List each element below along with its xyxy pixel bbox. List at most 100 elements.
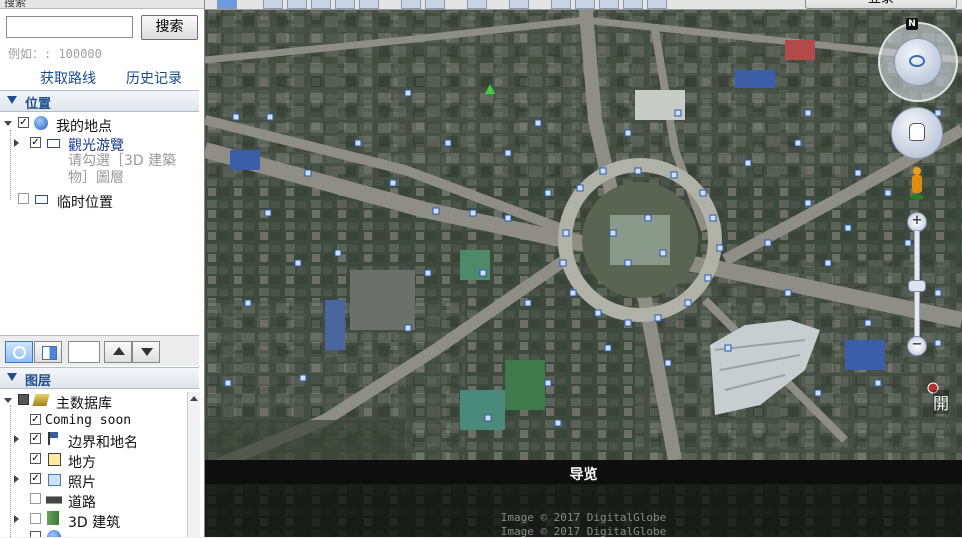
record-tour-button[interactable] [359, 0, 379, 9]
get-route-link[interactable]: 获取路线 [40, 68, 96, 88]
hand-icon [909, 123, 925, 141]
expand-icon[interactable] [14, 475, 19, 483]
checkbox-roads[interactable] [30, 493, 41, 504]
layers-scrollbar[interactable] [187, 392, 200, 537]
move-down-button[interactable] [132, 341, 160, 363]
split-view-button[interactable] [34, 341, 62, 363]
layer-item-roads[interactable]: 道路 [68, 492, 96, 512]
layer-item-photos[interactable]: 照片 [68, 472, 96, 492]
navigation-label: 导览 [569, 467, 598, 483]
zoom-thumb[interactable] [908, 280, 926, 292]
search-panel-header[interactable]: 搜索 [0, 0, 204, 9]
checkbox-borders[interactable]: ✓ [30, 433, 41, 444]
checkbox-sightseeing[interactable]: ✓ [30, 137, 41, 148]
layer-item-coming-soon[interactable]: Coming soon [45, 413, 131, 428]
copyright-text-shadow: Image © 2017 DigitalGlobe [500, 525, 667, 538]
arrow-down-icon [141, 348, 153, 356]
expand-icon[interactable] [4, 121, 12, 126]
layers-header[interactable]: 图层 [0, 367, 199, 389]
expand-icon[interactable] [4, 398, 12, 403]
ruler-button[interactable] [509, 0, 529, 9]
layer-item-3d-buildings[interactable]: 3D 建筑 [68, 512, 120, 532]
expand-icon[interactable] [14, 515, 19, 523]
flag-icon [48, 432, 58, 445]
layer-item-borders[interactable]: 边界和地名 [68, 432, 138, 452]
collapse-icon [7, 373, 17, 381]
arrow-up-icon [113, 347, 125, 355]
globe-icon [34, 116, 48, 130]
places-header[interactable]: 位置 [0, 90, 199, 112]
checkbox-my-places[interactable]: ✓ [18, 117, 29, 128]
building-icon [47, 511, 59, 525]
scroll-up-icon [190, 396, 198, 401]
look-joystick[interactable] [894, 38, 942, 86]
folder-icon [35, 195, 48, 204]
copyright-text: Image © 2017 DigitalGlobe [500, 511, 667, 524]
sidebar-panel: 搜索 搜索 例如：: 100000 获取路线 历史记录 位置 ✓ 我的地点 ✓ … [0, 0, 205, 537]
magnifier-icon [13, 346, 26, 359]
layers-title: 图层 [25, 374, 52, 389]
sign-in-button[interactable]: 登录 [805, 0, 957, 9]
places-toolbar [0, 335, 199, 366]
historical-imagery-button[interactable] [401, 0, 421, 9]
blank-box[interactable] [68, 341, 100, 363]
layers-stack-icon [32, 394, 50, 406]
sidebar-toggle-button[interactable] [217, 0, 237, 9]
search-panel-title: 搜索 [4, 0, 26, 9]
place-item-sightseeing[interactable]: 觀光游覽 [68, 135, 124, 155]
history-link[interactable]: 历史记录 [126, 68, 182, 88]
checkbox-primary-db[interactable] [18, 394, 29, 405]
checkbox-places[interactable]: ✓ [30, 453, 41, 464]
search-example: 例如：: 100000 [8, 47, 102, 61]
placemark-button[interactable] [263, 0, 283, 9]
earth-button[interactable] [647, 0, 667, 9]
checkbox-more[interactable] [30, 531, 41, 537]
expand-icon[interactable] [14, 435, 19, 443]
places-title: 位置 [25, 97, 52, 112]
planets-button[interactable] [467, 0, 487, 9]
zoom-slider[interactable]: + − [907, 212, 927, 356]
places-note: 请勾選［3D 建築物］圖層 [68, 153, 177, 186]
email-button[interactable] [551, 0, 571, 9]
tree-line [10, 130, 11, 200]
compass-control[interactable]: N [878, 18, 958, 102]
north-indicator[interactable]: N [906, 18, 918, 30]
expand-icon[interactable] [14, 139, 19, 147]
collapse-icon [7, 96, 17, 104]
globe-icon [47, 530, 61, 537]
layer-item-places[interactable]: 地方 [68, 452, 96, 472]
layer-item-primary-db[interactable]: 主数据库 [56, 393, 112, 413]
place-item-temp[interactable]: 临时位置 [57, 192, 113, 212]
photo-icon [48, 474, 61, 486]
search-places-button[interactable] [5, 341, 33, 363]
zoom-in-button[interactable]: + [907, 212, 927, 232]
print-button[interactable] [575, 0, 595, 9]
map-edge-label: 開 [933, 390, 950, 414]
move-joystick[interactable] [891, 107, 943, 159]
street-view-pegman-icon[interactable] [910, 167, 924, 201]
checkbox-coming-soon[interactable]: ✓ [30, 414, 41, 425]
sun-button[interactable] [425, 0, 445, 9]
road-icon [46, 496, 62, 504]
tree-line [10, 405, 11, 537]
checkbox-temp-places[interactable] [18, 193, 29, 204]
place-icon [48, 453, 61, 466]
search-input[interactable] [6, 16, 133, 38]
panel-icon [42, 346, 57, 360]
zoom-out-button[interactable]: − [907, 336, 927, 356]
checkbox-3d-buildings[interactable] [30, 513, 41, 524]
checkbox-photos[interactable]: ✓ [30, 473, 41, 484]
save-image-button[interactable] [599, 0, 619, 9]
satellite-imagery[interactable] [205, 0, 962, 537]
view-in-maps-button[interactable] [623, 0, 643, 9]
navigation-bar[interactable]: 导览 [205, 460, 962, 484]
move-up-button[interactable] [104, 341, 132, 363]
map-view[interactable]: N + − 開 [205, 0, 962, 537]
eye-icon [909, 55, 925, 67]
place-item-my-places[interactable]: 我的地点 [56, 116, 112, 136]
main-toolbar: 登录 [205, 0, 962, 10]
polygon-button[interactable] [287, 0, 307, 9]
path-button[interactable] [311, 0, 331, 9]
search-button[interactable]: 搜索 [141, 15, 198, 40]
overlay-button[interactable] [335, 0, 355, 9]
